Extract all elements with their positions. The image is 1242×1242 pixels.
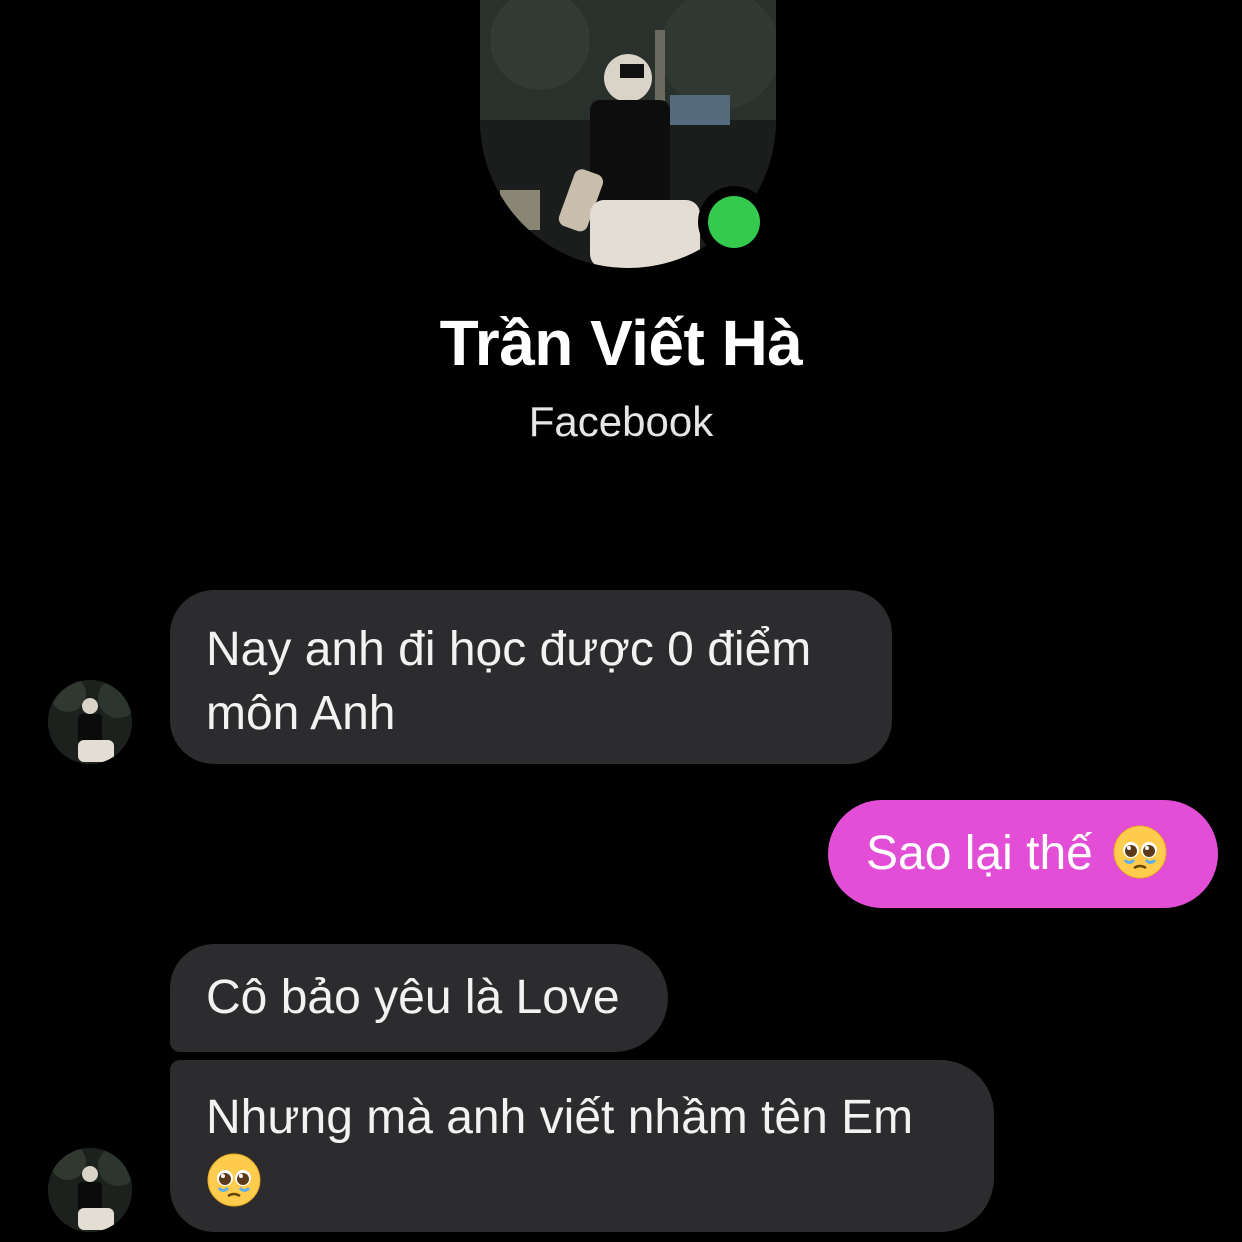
message-text: Nhưng mà anh viết nhầm tên Em: [206, 1091, 914, 1144]
message-bubble-incoming[interactable]: Cô bảo yêu là Love: [170, 944, 668, 1052]
message-bubble-incoming[interactable]: Nay anh đi học được 0 điểm môn Anh: [170, 590, 892, 764]
message-text: Nay anh đi học được 0 điểm môn Anh: [206, 623, 812, 740]
contact-platform-label: Facebook: [528, 398, 714, 445]
contact-name[interactable]: Trần Viết Hà: [0, 306, 1242, 380]
message-text: Sao lại thế: [866, 827, 1093, 880]
pleading-face-emoji-icon: [207, 1153, 261, 1207]
contact-avatar[interactable]: [48, 1148, 132, 1232]
pleading-face-emoji-icon: [1113, 825, 1167, 879]
message-bubble-outgoing[interactable]: Sao lại thế: [828, 800, 1218, 908]
avatar-image: [48, 680, 132, 764]
contact-avatar[interactable]: [48, 680, 132, 764]
online-status-indicator: [698, 186, 770, 258]
avatar-image: [48, 1148, 132, 1232]
message-text: Cô bảo yêu là Love: [206, 971, 620, 1024]
message-bubble-incoming[interactable]: Nhưng mà anh viết nhầm tên Em: [170, 1060, 994, 1232]
